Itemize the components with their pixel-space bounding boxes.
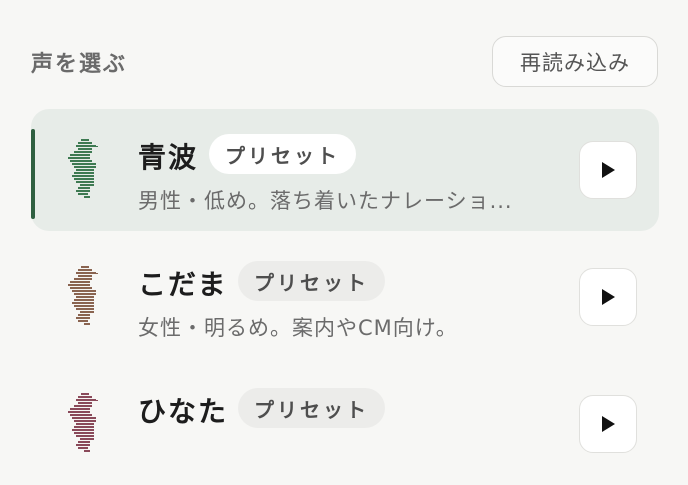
preset-badge: プリセット: [238, 261, 385, 301]
voice-name: こだま: [138, 268, 228, 301]
preset-badge: プリセット: [238, 388, 385, 428]
voice-list: 青波 プリセット 男性・低め。落ち着いたナレーショ... こだま プリセット 女…: [0, 0, 688, 453]
play-button[interactable]: [579, 141, 637, 199]
preset-badge: プリセット: [209, 134, 356, 174]
voice-item[interactable]: こだま プリセット 女性・明るめ。案内やCM向け。: [31, 236, 659, 358]
voice-name: ひなた: [138, 395, 229, 428]
voice-description: 女性・明るめ。案内やCM向け。: [138, 316, 458, 340]
voice-name: 青波: [138, 141, 199, 174]
play-icon: [602, 289, 615, 305]
play-button[interactable]: [579, 268, 637, 326]
seahorse-icon: [68, 393, 98, 452]
voice-description: 男性・低め。落ち着いたナレーショ...: [138, 189, 513, 213]
voice-item[interactable]: 青波 プリセット 男性・低め。落ち着いたナレーショ...: [31, 109, 659, 231]
seahorse-icon: [68, 139, 98, 198]
voice-item[interactable]: ひなた プリセット: [31, 363, 659, 485]
play-icon: [602, 162, 615, 178]
seahorse-icon: [68, 266, 98, 325]
play-button[interactable]: [579, 395, 637, 453]
play-icon: [602, 416, 615, 432]
